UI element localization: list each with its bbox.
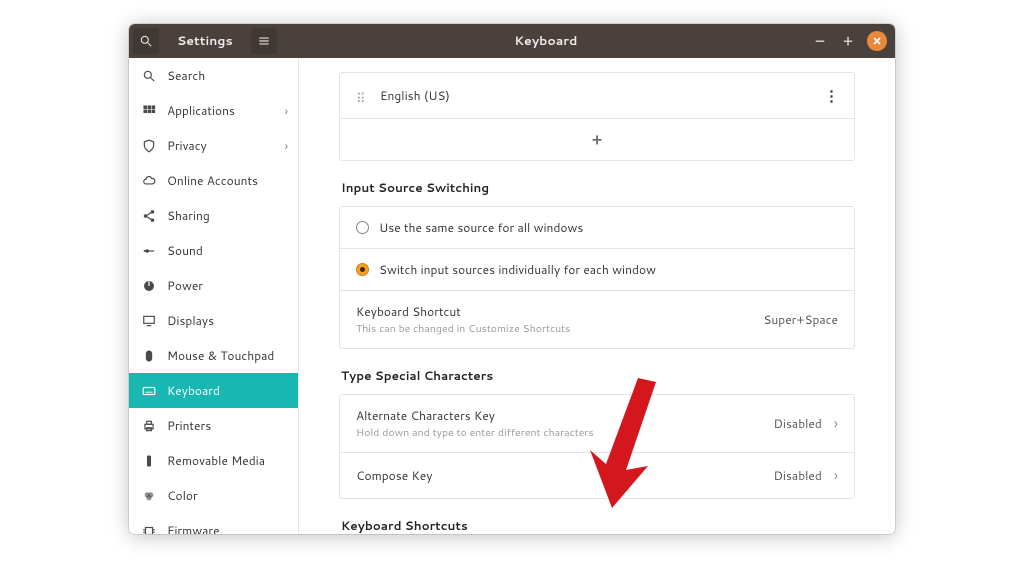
sidebar-item-applications[interactable]: Applications › — [129, 93, 298, 128]
sidebar: Search Applications › Privacy › Online Acc… — [129, 58, 299, 534]
sidebar-item-sharing[interactable]: Sharing — [129, 198, 298, 233]
minimize-button[interactable]: – — [811, 31, 829, 51]
sidebar-item-search[interactable]: Search — [129, 58, 298, 93]
special-chars-card: Alternate Characters Key Hold down and t… — [339, 394, 855, 499]
sidebar-item-color[interactable]: Color — [129, 478, 298, 513]
keyboard-icon — [141, 383, 157, 399]
chevron-right-icon: › — [285, 137, 288, 154]
window-controls: – + — [811, 31, 895, 51]
sidebar-item-online-accounts[interactable]: Online Accounts — [129, 163, 298, 198]
settings-title: Settings — [163, 32, 247, 50]
chip-icon — [141, 523, 157, 535]
plus-icon: + — [592, 129, 602, 150]
input-source-label: English (US) — [380, 87, 450, 104]
alternate-characters-row[interactable]: Alternate Characters Key Hold down and t… — [340, 395, 854, 453]
chevron-right-icon: › — [285, 102, 288, 119]
usb-icon — [141, 453, 157, 469]
search-button[interactable] — [133, 28, 159, 54]
color-icon — [141, 488, 157, 504]
sidebar-item-privacy[interactable]: Privacy › — [129, 128, 298, 163]
compose-key-row[interactable]: Compose Key Disabled › — [340, 453, 854, 498]
switching-card: Use the same source for all windows Swit… — [339, 206, 855, 349]
page-title: Keyboard — [281, 32, 811, 50]
sidebar-item-firmware[interactable]: Firmware — [129, 513, 298, 534]
kebab-menu-button[interactable]: ⋮ — [824, 85, 838, 106]
sidebar-item-label: Sound — [167, 242, 203, 259]
radio-icon — [356, 221, 369, 234]
display-icon — [141, 313, 157, 329]
sidebar-item-label: Printers — [167, 417, 211, 434]
hamburger-button[interactable] — [251, 28, 277, 54]
radio-same-source[interactable]: Use the same source for all windows — [340, 207, 854, 249]
section-keyboard-shortcuts: Keyboard Shortcuts — [341, 517, 855, 534]
shortcut-value: Super+Space — [763, 311, 838, 328]
add-input-source-button[interactable]: + — [340, 119, 854, 160]
sidebar-item-sound[interactable]: Sound — [129, 233, 298, 268]
titlebar: Settings Keyboard – + — [129, 24, 895, 58]
content-area[interactable]: ⠿ English (US) ⋮ + Input Source Switchin… — [299, 58, 895, 534]
printer-icon — [141, 418, 157, 434]
sidebar-item-label: Power — [167, 277, 203, 294]
keyboard-shortcut-row: Keyboard Shortcut This can be changed in… — [340, 291, 854, 348]
sidebar-item-mouse-touchpad[interactable]: Mouse & Touchpad — [129, 338, 298, 373]
shortcut-title: Keyboard Shortcut — [356, 303, 570, 320]
shortcut-subtitle: This can be changed in Customize Shortcu… — [356, 322, 570, 336]
sidebar-item-label: Search — [167, 67, 205, 84]
sidebar-item-label: Removable Media — [167, 452, 265, 469]
sidebar-item-label: Keyboard — [167, 382, 220, 399]
sidebar-item-keyboard[interactable]: Keyboard — [129, 373, 298, 408]
close-icon — [872, 36, 882, 46]
cloud-icon — [141, 173, 157, 189]
alternate-chars-subtitle: Hold down and type to enter different ch… — [356, 426, 594, 440]
compose-key-value: Disabled — [774, 467, 822, 484]
sidebar-item-label: Mouse & Touchpad — [167, 347, 274, 364]
section-type-special-characters: Type Special Characters — [341, 367, 855, 384]
radio-label: Switch input sources individually for ea… — [379, 261, 656, 278]
sidebar-item-label: Displays — [167, 312, 214, 329]
sidebar-item-power[interactable]: Power — [129, 268, 298, 303]
compose-key-title: Compose Key — [356, 467, 432, 484]
sidebar-item-displays[interactable]: Displays — [129, 303, 298, 338]
alternate-chars-title: Alternate Characters Key — [356, 407, 594, 424]
shield-icon — [141, 138, 157, 154]
close-button[interactable] — [867, 31, 887, 51]
search-icon — [139, 34, 153, 48]
radio-per-window[interactable]: Switch input sources individually for ea… — [340, 249, 854, 291]
search-icon — [141, 68, 157, 84]
apps-icon — [141, 103, 157, 119]
share-icon — [141, 208, 157, 224]
radio-icon — [356, 263, 369, 276]
radio-label: Use the same source for all windows — [379, 219, 583, 236]
sidebar-item-label: Privacy — [167, 137, 207, 154]
maximize-button[interactable]: + — [839, 31, 857, 51]
sound-icon — [141, 243, 157, 259]
input-sources-card: ⠿ English (US) ⋮ + — [339, 72, 855, 161]
sidebar-item-label: Color — [167, 487, 198, 504]
chevron-right-icon: › — [834, 465, 838, 486]
input-source-row[interactable]: ⠿ English (US) ⋮ — [340, 73, 854, 119]
chevron-right-icon: › — [834, 413, 838, 434]
hamburger-icon — [257, 34, 271, 48]
section-input-source-switching: Input Source Switching — [341, 179, 855, 196]
mouse-icon — [141, 348, 157, 364]
power-icon — [141, 278, 157, 294]
sidebar-item-printers[interactable]: Printers — [129, 408, 298, 443]
sidebar-item-label: Sharing — [167, 207, 210, 224]
grip-icon[interactable]: ⠿ — [356, 90, 368, 102]
sidebar-item-removable-media[interactable]: Removable Media — [129, 443, 298, 478]
sidebar-item-label: Online Accounts — [167, 172, 258, 189]
sidebar-item-label: Firmware — [167, 522, 220, 534]
alternate-chars-value: Disabled — [774, 415, 822, 432]
settings-window: Settings Keyboard – + Search Application… — [129, 24, 895, 534]
sidebar-item-label: Applications — [167, 102, 235, 119]
